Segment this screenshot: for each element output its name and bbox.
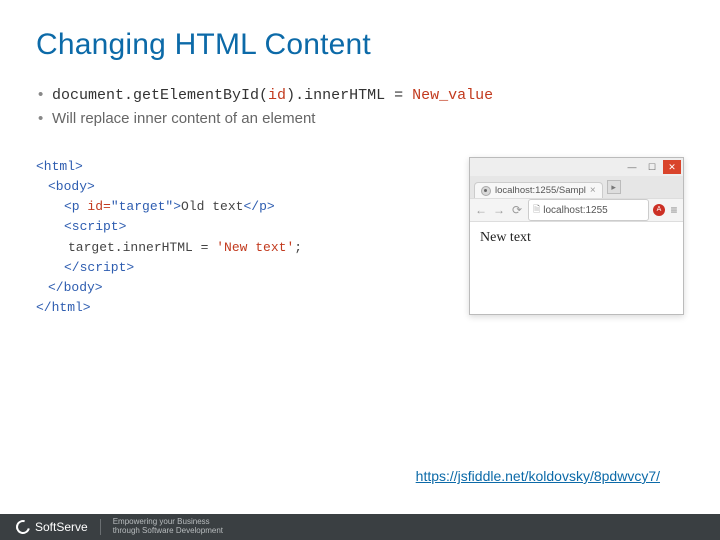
- footer-brand: SoftServe: [35, 520, 88, 534]
- footer-divider: [100, 519, 101, 535]
- tab-close-icon[interactable]: ×: [590, 185, 596, 196]
- browser-mock: — ☐ ✕ localhost:1255/Sampl × ▸ ← → ⟳ 🗎 l…: [469, 157, 684, 315]
- url-text: localhost:1255: [543, 205, 608, 216]
- nav-back-icon[interactable]: ←: [474, 203, 488, 217]
- tab-favicon-icon: [481, 186, 491, 196]
- browser-tab[interactable]: localhost:1255/Sampl ×: [474, 182, 603, 198]
- footer: SoftServe Empowering your Business throu…: [0, 514, 720, 540]
- softserve-logo-icon: [13, 517, 32, 536]
- window-maximize-icon[interactable]: ☐: [643, 160, 661, 174]
- extension-badge-icon[interactable]: A: [653, 204, 665, 216]
- nav-reload-icon[interactable]: ⟳: [510, 203, 524, 217]
- browser-toolbar: ← → ⟳ 🗎 localhost:1255 A ≡: [470, 198, 683, 222]
- slide-title: Changing HTML Content: [36, 28, 684, 62]
- window-titlebar: — ☐ ✕: [470, 158, 683, 176]
- code-example: <html> <body> <p id="target">Old text</p…: [36, 157, 459, 318]
- jsfiddle-link[interactable]: https://jsfiddle.net/koldovsky/8pdwvcy7/: [416, 468, 660, 484]
- new-tab-button[interactable]: ▸: [607, 180, 621, 194]
- footer-logo: SoftServe: [16, 520, 88, 534]
- page-icon: 🗎: [533, 202, 540, 218]
- bullet-text: Will replace inner content of an element: [36, 110, 684, 127]
- browser-tabs: localhost:1255/Sampl × ▸: [470, 176, 683, 198]
- nav-forward-icon[interactable]: →: [492, 203, 506, 217]
- window-close-icon[interactable]: ✕: [663, 160, 681, 174]
- bullet-code: document.getElementById(id).innerHTML = …: [36, 86, 684, 104]
- window-minimize-icon[interactable]: —: [623, 160, 641, 174]
- browser-menu-icon[interactable]: ≡: [669, 203, 679, 217]
- browser-content: New text: [470, 222, 683, 314]
- url-input[interactable]: 🗎 localhost:1255: [528, 199, 649, 221]
- tab-label: localhost:1255/Sampl: [495, 185, 586, 196]
- footer-tagline: Empowering your Business through Softwar…: [113, 518, 223, 536]
- bullet-list: document.getElementById(id).innerHTML = …: [36, 86, 684, 127]
